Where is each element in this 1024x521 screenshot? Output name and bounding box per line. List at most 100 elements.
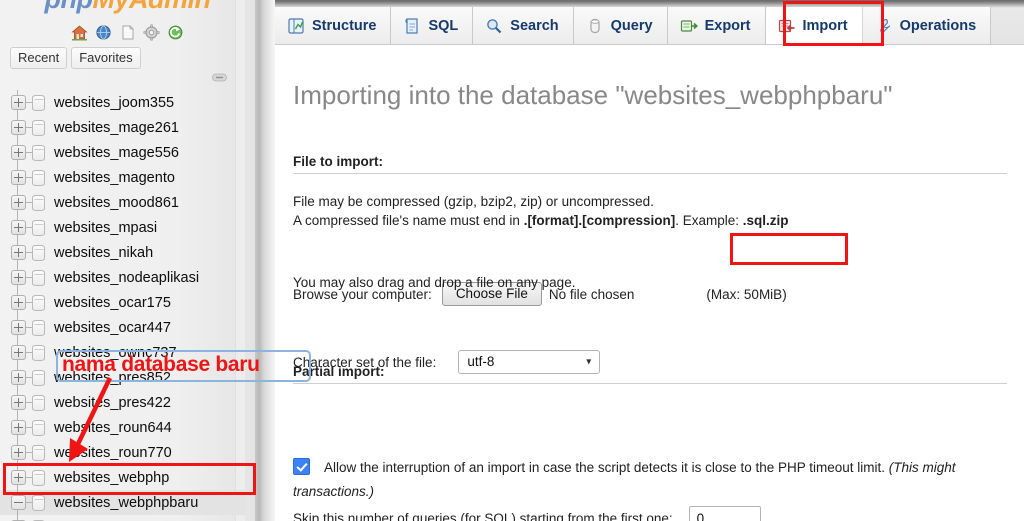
export-icon xyxy=(680,19,698,32)
tab-search[interactable]: Search xyxy=(473,7,574,44)
database-icon xyxy=(32,369,45,386)
database-row[interactable]: websites_ownc737 xyxy=(0,340,245,365)
allow-interruption-italic: (This might xyxy=(888,460,956,475)
database-name-label: websites_mage261 xyxy=(54,119,179,136)
document-icon[interactable] xyxy=(119,24,136,41)
database-row[interactable]: websites_nikah xyxy=(0,240,245,265)
database-row[interactable]: websites_mpasi xyxy=(0,215,245,240)
database-row[interactable]: websites_roun770 xyxy=(0,440,245,465)
gear-icon[interactable] xyxy=(143,24,160,41)
database-row[interactable]: websites_mood861 xyxy=(0,190,245,215)
database-row[interactable]: websites_roun644 xyxy=(0,415,245,440)
database-icon xyxy=(32,394,45,411)
database-icon xyxy=(32,294,45,311)
tab-export[interactable]: Export xyxy=(667,7,766,44)
partial-import-heading: Partial import: xyxy=(293,364,1007,384)
tab-label: Import xyxy=(802,17,848,34)
expand-plus-icon[interactable] xyxy=(11,420,26,435)
database-name-label: websites_joom355 xyxy=(54,94,175,111)
database-icon xyxy=(32,244,45,261)
sql-icon xyxy=(405,17,419,34)
database-name-label: websites_magento xyxy=(54,169,175,186)
expand-plus-icon[interactable] xyxy=(11,145,26,160)
tab-label: Query xyxy=(610,17,653,34)
expand-plus-icon[interactable] xyxy=(11,370,26,385)
operations-icon xyxy=(879,18,890,33)
import-icon xyxy=(778,19,794,32)
line2-example-token: .sql.zip xyxy=(742,213,789,228)
database-icon xyxy=(32,119,45,136)
database-name-label: websites_pres422 xyxy=(54,394,171,411)
sidebar: phpMyAdmin xyxy=(0,0,255,521)
chain-icon[interactable] xyxy=(212,73,227,82)
phpmyadmin-import-page: phpMyAdmin xyxy=(0,0,1024,521)
compression-note-line1: File may be compressed (gzip, bzip2, zip… xyxy=(293,194,654,209)
database-row[interactable]: websites_joom355 xyxy=(0,90,245,115)
tab-operations[interactable]: Operations xyxy=(862,7,992,44)
tab-structure[interactable]: Structure xyxy=(275,7,392,44)
database-row[interactable]: websites_magento xyxy=(0,165,245,190)
database-tree-list: websites_joom355 websites_mage261 websites… xyxy=(0,90,245,521)
tab-strip: Structure SQL Search Query Export Import Opera… xyxy=(275,7,992,44)
database-row[interactable]: websites_nodeaplikasi xyxy=(0,265,245,290)
expand-plus-icon[interactable] xyxy=(11,320,26,335)
database-name-label: websites_roun644 xyxy=(54,419,172,436)
expand-plus-icon[interactable] xyxy=(11,245,26,260)
refresh-icon[interactable] xyxy=(167,24,184,41)
database-row[interactable]: websites_pres422 xyxy=(0,390,245,415)
expand-plus-icon[interactable] xyxy=(11,395,26,410)
database-icon xyxy=(32,169,45,186)
database-name-label: websites_pres852 xyxy=(54,369,171,386)
line2-prefix: A compressed file's name must end in xyxy=(293,213,524,228)
tab-import[interactable]: Import xyxy=(765,7,863,44)
file-to-import-heading: File to import: xyxy=(293,154,1007,174)
expand-plus-icon[interactable] xyxy=(11,295,26,310)
home-icon[interactable] xyxy=(71,24,88,41)
database-row[interactable]: websites_wp182 xyxy=(0,515,245,521)
line2-format-token: .[format].[compression] xyxy=(523,213,676,228)
allow-interruption-text: Allow the interruption of an import in c… xyxy=(324,460,889,475)
database-icon xyxy=(32,144,45,161)
main-content-pane: Structure SQL Search Query Export Import Opera… xyxy=(275,0,1024,521)
sidebar-resize-edge[interactable] xyxy=(255,0,275,521)
phpmyadmin-logo[interactable]: phpMyAdmin xyxy=(0,0,255,18)
database-name-label: websites_ownc737 xyxy=(54,344,177,361)
logo-myadmin-text: MyAdmin xyxy=(92,0,211,14)
database-row[interactable]: websites_pres852 xyxy=(0,365,245,390)
expand-plus-icon[interactable] xyxy=(11,195,26,210)
database-icon xyxy=(32,319,45,336)
database-name-label: websites_mood861 xyxy=(54,194,179,211)
logo-php-text: php xyxy=(45,0,93,14)
skip-queries-row: Skip this number of queries (for SQL) st… xyxy=(293,506,761,521)
skip-queries-label: Skip this number of queries (for SQL) st… xyxy=(293,511,673,521)
expand-plus-icon[interactable] xyxy=(11,470,26,485)
expand-plus-icon[interactable] xyxy=(11,170,26,185)
expand-plus-icon[interactable] xyxy=(11,445,26,460)
compression-note-line2: A compressed file's name must end in .[f… xyxy=(293,211,789,230)
database-row[interactable]: websites_webphp xyxy=(0,465,245,490)
database-row[interactable]: websites_mage556 xyxy=(0,140,245,165)
expand-plus-icon[interactable] xyxy=(11,345,26,360)
database-row[interactable]: websites_mage261 xyxy=(0,115,245,140)
expand-plus-icon[interactable] xyxy=(11,120,26,135)
tab-sql[interactable]: SQL xyxy=(391,7,474,44)
skip-queries-input[interactable] xyxy=(688,506,761,521)
expand-plus-icon[interactable] xyxy=(11,95,26,110)
import-form: Importing into the database "websites_we… xyxy=(275,44,1024,521)
database-icon xyxy=(32,469,45,486)
allow-interruption-row: Allow the interruption of an import in c… xyxy=(293,456,1024,504)
sidebar-quick-tabs: Recent Favorites xyxy=(10,47,141,69)
expand-plus-icon[interactable] xyxy=(11,270,26,285)
collapse-minus-icon[interactable] xyxy=(11,495,26,510)
allow-interruption-checkbox[interactable] xyxy=(293,458,310,475)
favorites-button[interactable]: Favorites xyxy=(71,47,141,69)
recent-button[interactable]: Recent xyxy=(10,47,68,69)
expand-plus-icon[interactable] xyxy=(11,220,26,235)
database-icon xyxy=(32,194,45,211)
database-row[interactable]: websites_ocar447 xyxy=(0,315,245,340)
database-row[interactable]: websites_ocar175 xyxy=(0,290,245,315)
tab-query[interactable]: Query xyxy=(573,7,668,44)
database-row-selected[interactable]: websites_webphpbaru xyxy=(0,490,245,515)
help-globe-icon[interactable] xyxy=(95,24,112,41)
database-name-label: websites_mage556 xyxy=(54,144,179,161)
